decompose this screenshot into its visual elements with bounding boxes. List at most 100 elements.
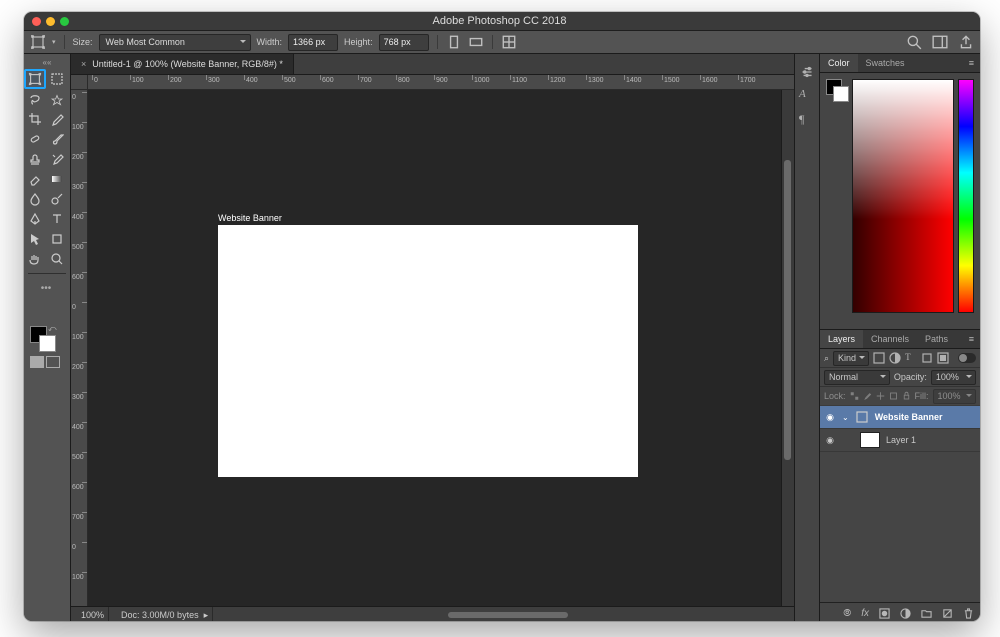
- eyedropper-tool[interactable]: [46, 109, 68, 129]
- canvas[interactable]: Website Banner: [88, 90, 781, 606]
- zoom-level[interactable]: 100%: [77, 607, 109, 621]
- artboard-tool[interactable]: [24, 69, 46, 89]
- paragraph-icon[interactable]: ¶: [799, 112, 815, 128]
- close-tab-icon[interactable]: ×: [81, 59, 86, 69]
- fx-icon[interactable]: fx: [861, 608, 869, 619]
- filter-adjust-icon[interactable]: [889, 352, 901, 364]
- type-tool[interactable]: [46, 209, 68, 229]
- close-window-button[interactable]: [32, 17, 41, 26]
- tab-channels[interactable]: Channels: [863, 330, 917, 348]
- artboard[interactable]: [218, 225, 638, 477]
- artboard-tool-icon[interactable]: [30, 34, 46, 50]
- panel-menu-icon[interactable]: ≡: [963, 58, 980, 68]
- search-icon[interactable]: ⌕: [824, 353, 829, 364]
- filter-smart-icon[interactable]: [937, 352, 949, 364]
- layer-thumbnail[interactable]: [860, 432, 880, 448]
- horizontal-scrollbar[interactable]: [221, 612, 794, 618]
- size-label: Size:: [73, 37, 93, 47]
- tab-paths[interactable]: Paths: [917, 330, 956, 348]
- doc-size[interactable]: Doc: 3.00M/0 bytes ▸: [117, 607, 213, 621]
- color-swatches[interactable]: ⤺: [30, 326, 58, 350]
- healing-tool[interactable]: [24, 129, 46, 149]
- zoom-tool[interactable]: [46, 249, 68, 269]
- search-icon[interactable]: [906, 34, 922, 50]
- horizontal-ruler[interactable]: 0100200300400500600700800900100011001200…: [88, 75, 794, 90]
- filter-type-icon[interactable]: T: [905, 352, 917, 364]
- height-field[interactable]: 768 px: [379, 34, 429, 51]
- stamp-tool[interactable]: [24, 149, 46, 169]
- fill-field[interactable]: 100%: [933, 389, 977, 404]
- lock-artboard-icon[interactable]: [889, 390, 898, 402]
- tools-panel: ««: [24, 54, 71, 621]
- visibility-icon[interactable]: ◉: [824, 412, 836, 423]
- document-tab[interactable]: × Untitled-1 @ 100% (Website Banner, RGB…: [71, 54, 294, 74]
- marquee-tool[interactable]: [46, 69, 68, 89]
- blur-tool[interactable]: [24, 189, 46, 209]
- opacity-field[interactable]: 100%: [931, 370, 976, 385]
- character-icon[interactable]: A: [799, 88, 815, 104]
- quick-select-tool[interactable]: [46, 89, 68, 109]
- color-picker[interactable]: [852, 79, 954, 313]
- quickmask-icon[interactable]: [30, 356, 44, 368]
- brush-tool[interactable]: [46, 129, 68, 149]
- background-swatch[interactable]: [39, 335, 56, 352]
- filter-toggle[interactable]: [958, 353, 976, 363]
- minimize-window-button[interactable]: [46, 17, 55, 26]
- layer-row[interactable]: ◉ Layer 1: [820, 429, 980, 452]
- layer-group-row[interactable]: ◉ ⌄ Website Banner: [820, 406, 980, 429]
- shape-tool[interactable]: [46, 229, 68, 249]
- filter-kind-dropdown[interactable]: Kind: [833, 351, 869, 366]
- filter-shape-icon[interactable]: [921, 352, 933, 364]
- blend-mode-dropdown[interactable]: Normal: [824, 370, 890, 385]
- lock-position-icon[interactable]: [876, 390, 885, 402]
- tab-swatches[interactable]: Swatches: [858, 54, 913, 72]
- dodge-tool[interactable]: [46, 189, 68, 209]
- adjustments-icon[interactable]: [799, 64, 815, 80]
- link-layers-icon[interactable]: ⦾: [843, 608, 851, 619]
- group-icon[interactable]: [921, 608, 932, 619]
- orientation-portrait-icon[interactable]: [446, 34, 462, 50]
- new-layer-icon[interactable]: [942, 608, 953, 619]
- layer-name[interactable]: Website Banner: [875, 412, 943, 422]
- lock-pixels-icon[interactable]: [850, 390, 859, 402]
- pen-tool[interactable]: [24, 209, 46, 229]
- width-field[interactable]: 1366 px: [288, 34, 338, 51]
- size-preset-dropdown[interactable]: Web Most Common: [99, 34, 251, 51]
- ruler-origin[interactable]: [71, 75, 88, 90]
- screenmode-icon[interactable]: [46, 356, 60, 368]
- layer-name[interactable]: Layer 1: [886, 435, 916, 445]
- disclosure-icon[interactable]: ⌄: [842, 413, 849, 422]
- hand-tool[interactable]: [24, 249, 46, 269]
- filter-pixel-icon[interactable]: [873, 352, 885, 364]
- visibility-icon[interactable]: ◉: [824, 435, 836, 446]
- artboard-label[interactable]: Website Banner: [218, 213, 282, 223]
- gradient-tool[interactable]: [46, 169, 68, 189]
- vertical-scrollbar[interactable]: [781, 90, 794, 606]
- hue-slider[interactable]: [958, 79, 974, 313]
- orientation-landscape-icon[interactable]: [468, 34, 484, 50]
- share-icon[interactable]: [958, 34, 974, 50]
- adjustment-layer-icon[interactable]: [900, 608, 911, 619]
- scrollbar-thumb[interactable]: [448, 612, 568, 618]
- lock-brush-icon[interactable]: [863, 390, 872, 402]
- vertical-ruler[interactable]: 0100200300400500600010020030040050060070…: [71, 90, 88, 606]
- trash-icon[interactable]: [963, 608, 974, 619]
- lasso-tool[interactable]: [24, 89, 46, 109]
- workspace-icon[interactable]: [932, 34, 948, 50]
- edit-toolbar-icon[interactable]: •••: [24, 278, 68, 298]
- chevron-down-icon[interactable]: ▾: [52, 38, 56, 46]
- history-brush-tool[interactable]: [46, 149, 68, 169]
- zoom-window-button[interactable]: [60, 17, 69, 26]
- crop-tool[interactable]: [24, 109, 46, 129]
- artboard-options-icon[interactable]: [501, 34, 517, 50]
- mask-icon[interactable]: [879, 608, 890, 619]
- swap-colors-icon[interactable]: ⤺: [48, 324, 57, 334]
- lock-all-icon[interactable]: [902, 390, 911, 402]
- scrollbar-thumb[interactable]: [784, 160, 791, 460]
- tab-layers[interactable]: Layers: [820, 330, 863, 348]
- panel-menu-icon[interactable]: ≡: [963, 334, 980, 344]
- path-select-tool[interactable]: [24, 229, 46, 249]
- color-fgbg[interactable]: [826, 79, 848, 101]
- eraser-tool[interactable]: [24, 169, 46, 189]
- tab-color[interactable]: Color: [820, 54, 858, 72]
